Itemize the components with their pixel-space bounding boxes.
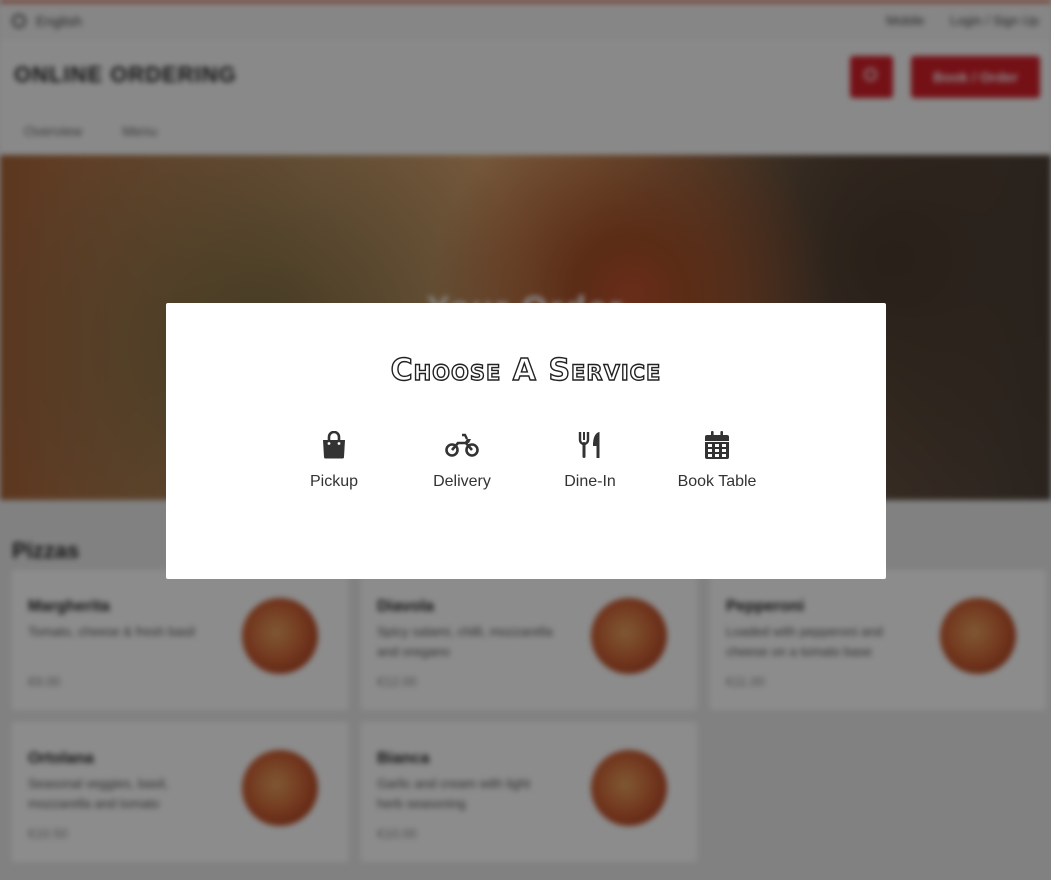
service-option-label: Dine-In <box>564 473 616 490</box>
shopping-bag-icon <box>323 431 345 459</box>
service-option-delivery[interactable]: Delivery <box>407 431 517 491</box>
modal-heading: Choose A Service <box>390 352 662 388</box>
service-option-label: Pickup <box>309 473 359 490</box>
calendar-icon <box>705 431 729 459</box>
service-option-dine-in[interactable]: Dine-In <box>535 431 645 491</box>
service-option-book-table[interactable]: Book Table <box>662 431 772 491</box>
service-modal: Choose A Service Pickup Delivery Dine-In… <box>166 303 886 579</box>
motorcycle-icon <box>445 433 479 457</box>
utensils-icon <box>578 432 600 458</box>
service-option-pickup[interactable]: Pickup <box>279 431 389 491</box>
service-option-label: Book Table <box>677 473 757 490</box>
service-option-label: Delivery <box>433 473 491 490</box>
